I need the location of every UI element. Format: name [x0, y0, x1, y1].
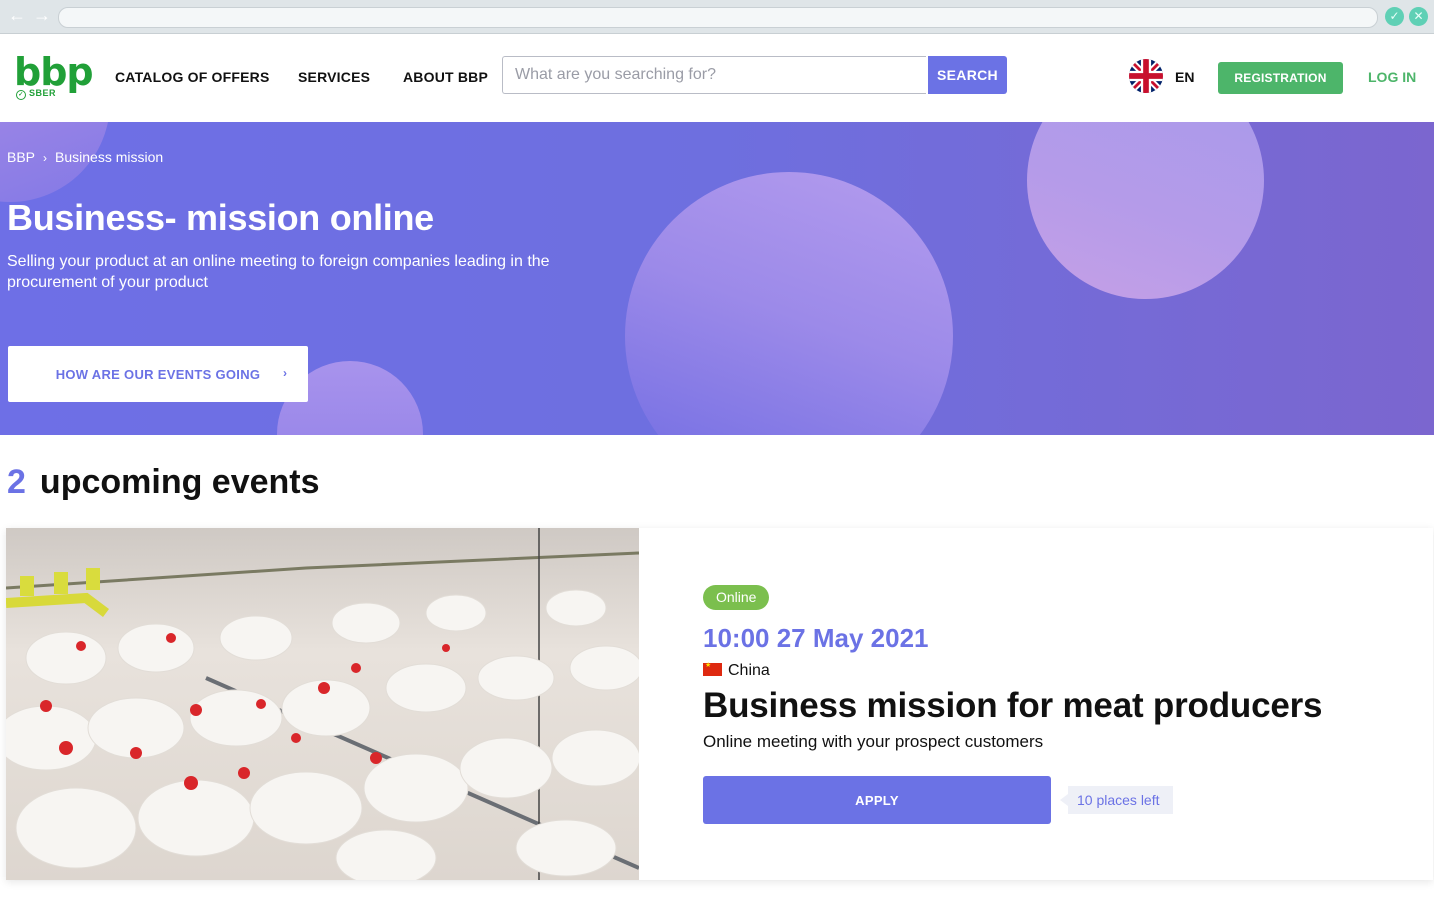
site-header: bbp ✓ SBER CATALOG OF OFFERS SERVICES AB… [0, 34, 1434, 121]
sber-check-icon: ✓ [16, 90, 26, 100]
event-country-name: China [728, 662, 770, 679]
online-badge: Online [703, 585, 770, 610]
event-image[interactable] [6, 528, 639, 880]
events-count: 2 [7, 463, 26, 501]
events-heading-text: upcoming events [39, 463, 320, 501]
search-input[interactable] [502, 56, 926, 94]
event-country: China [703, 661, 770, 680]
event-card[interactable]: Online 10:00 27 May 2021 China Business … [6, 528, 1433, 880]
event-datetime: 10:00 27 May 2021 [703, 623, 929, 653]
extension-x-icon[interactable]: ✕ [1409, 7, 1428, 26]
logo-text: bbp [14, 50, 94, 94]
back-arrow-icon[interactable]: ← [8, 5, 26, 25]
event-subtitle: Online meeting with your prospect custom… [703, 732, 1044, 751]
chevron-right-icon: › [43, 151, 48, 165]
address-bar[interactable] [58, 7, 1378, 28]
search-button[interactable]: SEARCH [928, 56, 1007, 94]
uk-flag-icon[interactable] [1129, 59, 1163, 93]
how-events-going-label: HOW ARE OUR EVENTS GOING [55, 366, 261, 382]
breadcrumb-home[interactable]: BBP [7, 149, 35, 165]
page-title: Business- mission online [7, 197, 434, 238]
events-heading: 2 upcoming events [7, 463, 320, 502]
nav-services[interactable]: SERVICES [298, 69, 370, 85]
places-left-label: 10 places left [1060, 786, 1173, 814]
apply-button[interactable]: APPLY [703, 776, 1051, 824]
decor-circle [625, 172, 953, 435]
forward-arrow-icon[interactable]: → [33, 5, 51, 25]
china-flag-icon [703, 661, 722, 676]
nav-about-bbp[interactable]: ABOUT BBP [403, 69, 488, 85]
breadcrumb-current: Business mission [55, 149, 164, 165]
browser-toolbar: ← → ✓ ✕ [0, 0, 1434, 34]
bbp-logo[interactable]: bbp ✓ SBER [14, 52, 94, 102]
breadcrumb: BBP › Business mission [7, 149, 163, 165]
hero-banner: BBP › Business mission Business- mission o… [0, 122, 1434, 435]
chevron-right-icon: › [283, 366, 288, 380]
registration-button[interactable]: REGISTRATION [1218, 62, 1343, 94]
decor-circle [1027, 122, 1264, 299]
event-title[interactable]: Business mission for meat producers [703, 686, 1322, 726]
nav-catalog-of-offers[interactable]: CATALOG OF OFFERS [115, 69, 270, 85]
logo-sber: ✓ SBER [16, 88, 56, 100]
extension-check-icon[interactable]: ✓ [1385, 7, 1404, 26]
page-subtitle: Selling your product at an online meetin… [7, 253, 550, 291]
login-link[interactable]: LOG IN [1368, 69, 1416, 85]
how-events-going-button[interactable]: HOW ARE OUR EVENTS GOING › [8, 346, 308, 402]
language-selector[interactable]: EN [1175, 69, 1194, 85]
